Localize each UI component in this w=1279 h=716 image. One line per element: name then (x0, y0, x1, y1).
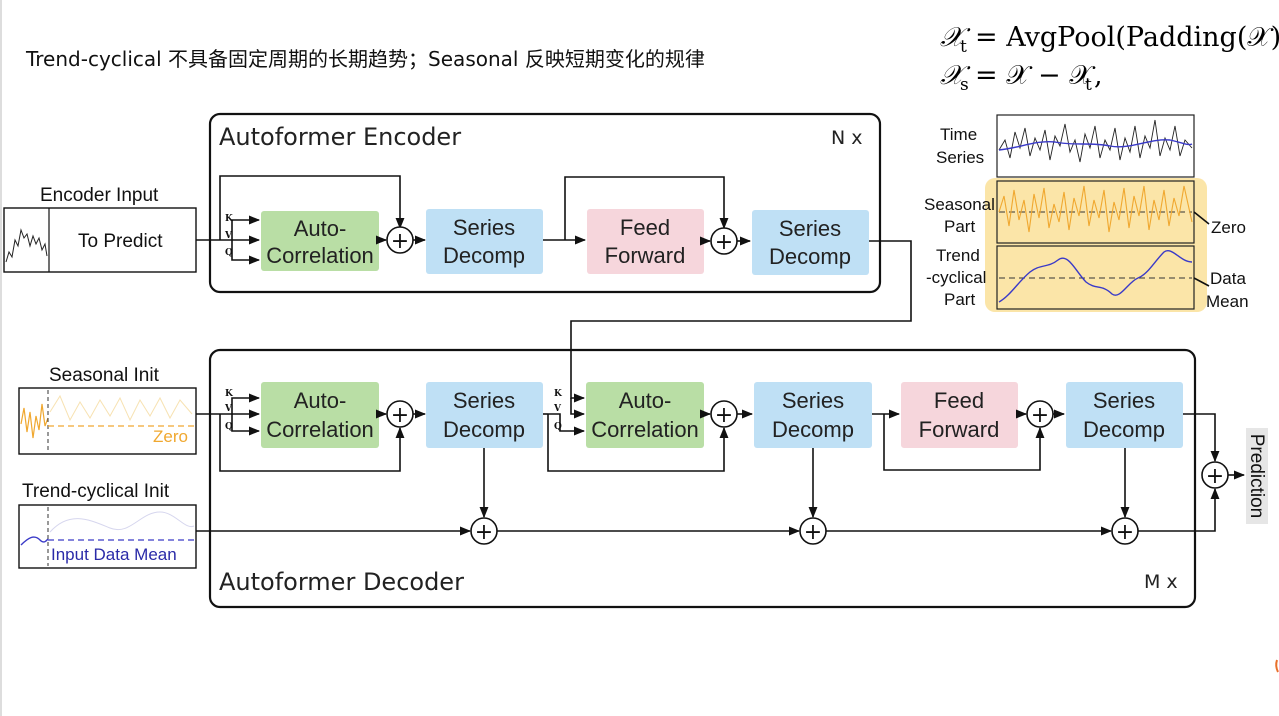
dec-q-label: Q (225, 422, 233, 432)
legend-trend-l1: Trend (936, 246, 980, 265)
seasonal-init-zero: Zero (153, 427, 188, 446)
trend-plus-1-sign: + (475, 520, 493, 545)
enc-plus-1-sign: + (391, 229, 409, 254)
dec-ac2-l2: Correlation (591, 417, 699, 442)
final-trend-path (1138, 487, 1220, 532)
dec-ff-l2: Forward (919, 417, 1000, 442)
legend-ts-l1: Time (940, 125, 977, 144)
header-text: Trend-cyclical 不具备固定周期的长期趋势；Seasonal 反映短… (25, 47, 705, 71)
legend-seasonal-l2: Part (944, 217, 975, 236)
dec-sd3-l1: Series (1093, 388, 1155, 413)
legend-zero: Zero (1211, 218, 1246, 237)
autoformer-diagram: Trend-cyclical 不具备固定周期的长期趋势；Seasonal 反映短… (0, 0, 1279, 716)
dec-ac2-l1: Auto- (619, 388, 672, 413)
dec-sd2-l2: Decomp (772, 417, 854, 442)
enc-ff-l1: Feed (620, 215, 670, 240)
formula-line2-rhs: = 𝒳 − 𝒳 (975, 60, 1096, 91)
enc-decomp1-l2: Decomp (443, 243, 525, 268)
prediction-label: Prediction (1246, 434, 1267, 519)
dec-ff-l1: Feed (934, 388, 984, 413)
final-seasonal-path (1183, 413, 1220, 463)
edge-mark (1275, 659, 1279, 673)
legend-trend-l3: Part (944, 290, 975, 309)
dec2-q-label: Q (554, 422, 562, 432)
legend-ts-l2: Series (936, 148, 984, 167)
encoder-input-label: Encoder Input (40, 185, 159, 206)
enc-decomp1-l1: Series (453, 215, 515, 240)
dec-sd3-l2: Decomp (1083, 417, 1165, 442)
enc-autocorrelation-l1: Auto- (294, 216, 347, 241)
dec-v-label: V (224, 404, 233, 414)
formula-line1-rhs: = AvgPool(Padding(𝒳)) (975, 22, 1279, 53)
encoder-repeat: N x (831, 127, 863, 149)
dec-q-arrow (231, 414, 261, 436)
formula-line2-rhs-sub: t (1085, 75, 1092, 95)
enc-plus-2-sign: + (715, 230, 733, 255)
dec-ac1-l1: Auto- (294, 388, 347, 413)
dec-ac1-l2: Correlation (266, 417, 374, 442)
enc-decomp2-l1: Series (779, 216, 841, 241)
formula-line1-lhs-sub: t (960, 37, 967, 57)
legend-mean-l2: Mean (1206, 292, 1249, 311)
enc-to-dec-v (570, 398, 586, 419)
trend-plus-2-sign: + (804, 520, 822, 545)
trend-init-text: Input Data Mean (51, 545, 177, 564)
formula-line2-lhs-sub: s (960, 75, 969, 95)
dec-sd1-l1: Series (453, 388, 515, 413)
dec-plus-2-sign: + (715, 403, 733, 428)
dec-plus-3-sign: + (1031, 403, 1049, 428)
enc-autocorrelation-l2: Correlation (266, 243, 374, 268)
final-plus-sign: + (1206, 464, 1224, 489)
dec-sd2-l1: Series (782, 388, 844, 413)
enc-v-label: V (224, 231, 233, 241)
enc-decomp2-l2: Decomp (769, 244, 851, 269)
dec2-v-label: V (553, 404, 562, 414)
decoder-title: Autoformer Decoder (219, 568, 464, 596)
dec2-k-label: K (554, 389, 563, 399)
enc-q-arrow (231, 240, 261, 265)
formula-line2-end: , (1094, 60, 1103, 91)
formula: 𝒳 t = AvgPool(Padding(𝒳)) 𝒳 s = 𝒳 − 𝒳 t … (940, 22, 1279, 95)
legend-ts-box (996, 114, 1195, 178)
decoder-repeat: M x (1144, 571, 1178, 593)
dec-plus-1-sign: + (391, 403, 409, 428)
trend-plus-3-sign: + (1116, 520, 1134, 545)
trend-init-label: Trend-cyclical Init (22, 481, 170, 502)
legend-mean-l1: Data (1210, 269, 1246, 288)
encoder-input-text: To Predict (78, 231, 163, 252)
legend-trend-l2: -cyclical (926, 268, 986, 287)
enc-ff-l2: Forward (605, 243, 686, 268)
enc-k-label: K (225, 214, 234, 224)
enc-q-label: Q (225, 248, 233, 258)
dec-k-label: K (225, 389, 234, 399)
seasonal-init-label: Seasonal Init (49, 365, 160, 386)
dec-sd1-l2: Decomp (443, 417, 525, 442)
legend-seasonal-l1: Seasonal (924, 195, 995, 214)
encoder-title: Autoformer Encoder (219, 123, 461, 151)
